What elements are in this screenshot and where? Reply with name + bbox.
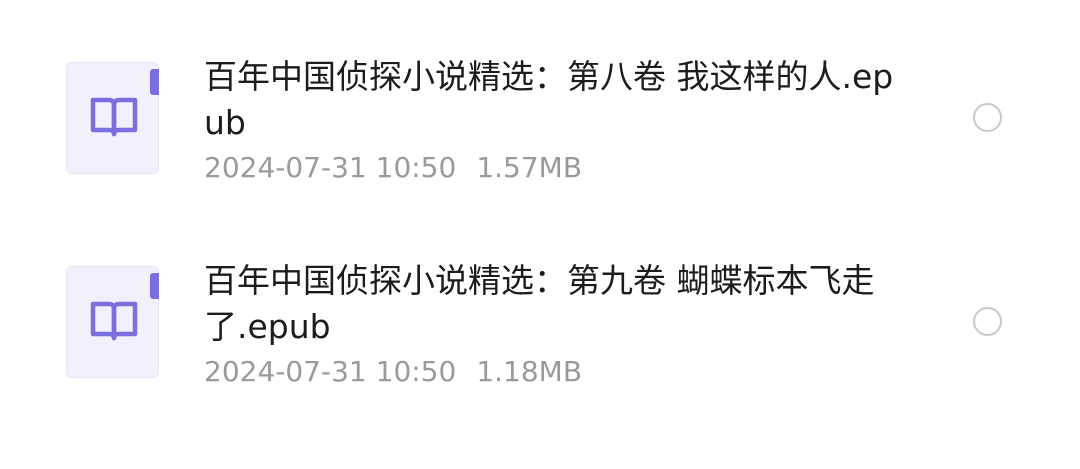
file-list: 百年中国侦探小说精选：第八卷 我这样的人.epub 2024-07-31 10:… [0,0,1080,469]
file-size: 1.18MB [476,355,583,388]
file-size: 1.57MB [476,151,583,184]
file-date: 2024-07-31 10:50 [204,151,457,184]
book-icon [90,97,138,137]
file-icon-corner [150,273,159,299]
file-list-item[interactable]: 百年中国侦探小说精选：第八卷 我这样的人.epub 2024-07-31 10:… [0,40,1080,200]
file-meta: 2024-07-31 10:50 1.57MB [204,150,582,186]
file-icon-corner [150,69,159,95]
file-date: 2024-07-31 10:50 [204,355,457,388]
book-icon [90,301,138,341]
file-list-item[interactable]: 百年中国侦探小说精选：第九卷 蝴蝶标本飞走了.epub 2024-07-31 1… [0,244,1080,404]
epub-file-icon [66,62,159,174]
epub-file-icon [66,266,159,378]
file-name: 百年中国侦探小说精选：第八卷 我这样的人.epub [204,57,894,142]
file-meta: 2024-07-31 10:50 1.18MB [204,354,582,390]
select-radio-button[interactable] [973,307,1002,336]
file-name: 百年中国侦探小说精选：第九卷 蝴蝶标本飞走了.epub [204,261,875,346]
select-radio-button[interactable] [973,103,1002,132]
